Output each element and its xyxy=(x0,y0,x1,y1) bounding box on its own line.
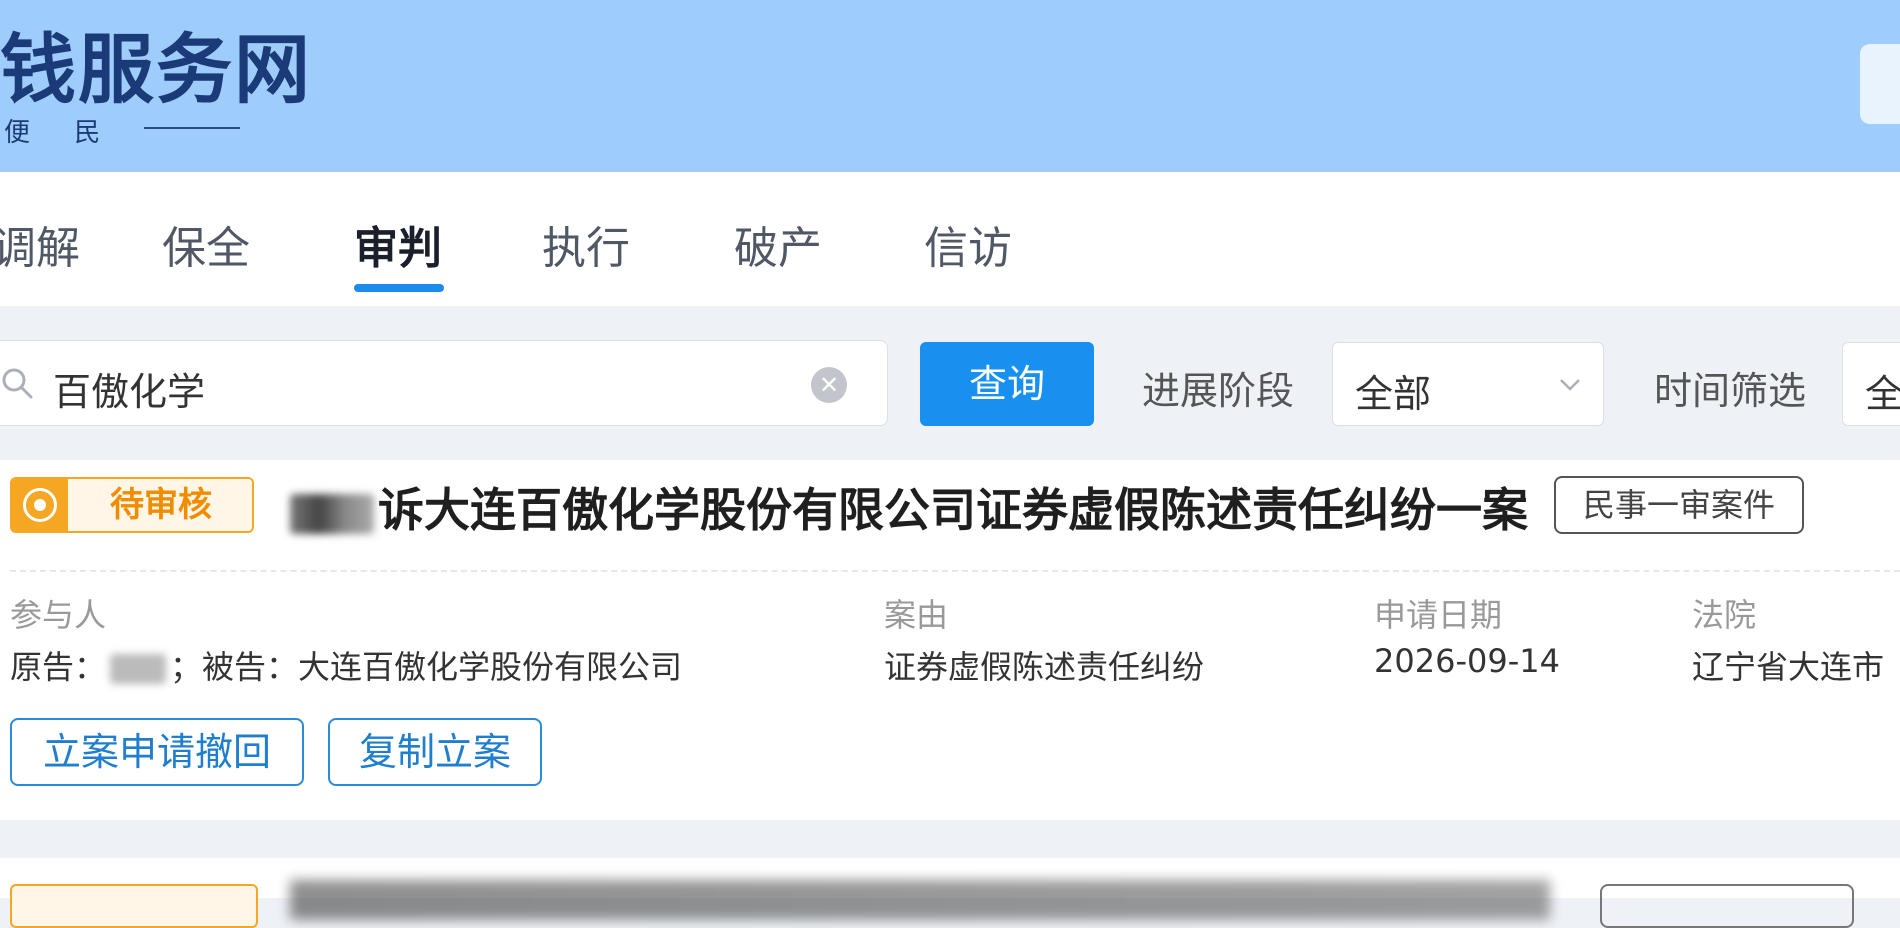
tab-preservation[interactable]: 保全 xyxy=(162,212,250,276)
search-icon xyxy=(2,368,33,399)
site-title: 钱服务网 xyxy=(0,25,312,114)
status-badge: 待审核 xyxy=(10,477,254,533)
time-select-value: 全 xyxy=(1865,372,1900,416)
query-button[interactable]: 查询 xyxy=(920,342,1094,426)
site-slogan: 便 民 xyxy=(4,118,119,148)
case-card[interactable]: 待审核 诉大连百傲化学股份有限公司证券虚假陈述责任纠纷一案 民事一审案件 参与人… xyxy=(0,460,1900,820)
slogan-divider xyxy=(144,127,240,129)
tab-petition[interactable]: 信访 xyxy=(924,212,1012,276)
pending-icon xyxy=(23,488,57,522)
redacted-name xyxy=(290,493,374,534)
cause-value: 证券虚假陈述责任纠纷 xyxy=(884,648,1205,686)
court-label: 法院 xyxy=(1692,596,1757,634)
stage-filter-label: 进展阶段 xyxy=(1142,369,1295,413)
search-value[interactable]: 百傲化学 xyxy=(53,361,205,416)
chevron-down-icon xyxy=(1560,379,1580,391)
time-select[interactable]: 全 xyxy=(1842,342,1900,426)
cause-label: 案由 xyxy=(884,596,949,634)
defendant-text: ；被告：大连百傲化学股份有限公司 xyxy=(170,648,683,686)
card-divider xyxy=(10,570,1900,572)
date-label: 申请日期 xyxy=(1374,596,1503,634)
category-tabs: 调解 保全 审判 执行 破产 信访 xyxy=(0,172,1900,306)
header-right-widget[interactable] xyxy=(1860,44,1900,124)
copy-filing-button[interactable]: 复制立案 xyxy=(328,718,542,786)
withdraw-application-button[interactable]: 立案申请撤回 xyxy=(10,718,304,786)
case-type-tag: 民事一审案件 xyxy=(1554,476,1804,534)
stage-select[interactable]: 全部 xyxy=(1332,342,1604,426)
participants-label: 参与人 xyxy=(10,596,107,634)
active-tab-indicator xyxy=(354,284,444,292)
court-value: 辽宁省大连市 xyxy=(1692,648,1885,686)
redacted-plaintiff xyxy=(110,654,167,684)
case-title-text: 诉大连百傲化学股份有限公司证券虚假陈述责任纠纷一案 xyxy=(378,483,1528,537)
case-type-tag xyxy=(1600,884,1854,928)
status-badge xyxy=(10,884,258,928)
site-header: 钱服务网 便 民 xyxy=(0,0,1900,172)
case-title[interactable]: 诉大连百傲化学股份有限公司证券虚假陈述责任纠纷一案 xyxy=(290,474,1528,540)
tab-mediation[interactable]: 调解 xyxy=(0,212,80,276)
case-title[interactable] xyxy=(290,880,1550,920)
case-card-next[interactable] xyxy=(0,858,1900,928)
time-filter-label: 时间筛选 xyxy=(1654,369,1807,413)
tab-execution[interactable]: 执行 xyxy=(542,212,630,276)
clear-icon[interactable]: ✕ xyxy=(811,367,847,403)
participants-value: 原告： ；被告：大连百傲化学股份有限公司 xyxy=(10,642,682,688)
plaintiff-prefix: 原告： xyxy=(10,648,107,686)
date-value: 2026-09-14 xyxy=(1374,642,1560,680)
stage-select-value: 全部 xyxy=(1355,372,1432,416)
tab-trial[interactable]: 审判 xyxy=(354,212,442,276)
tab-bankruptcy[interactable]: 破产 xyxy=(734,212,822,276)
status-text: 待审核 xyxy=(68,479,252,531)
search-input[interactable]: 百傲化学 ✕ xyxy=(0,340,888,426)
